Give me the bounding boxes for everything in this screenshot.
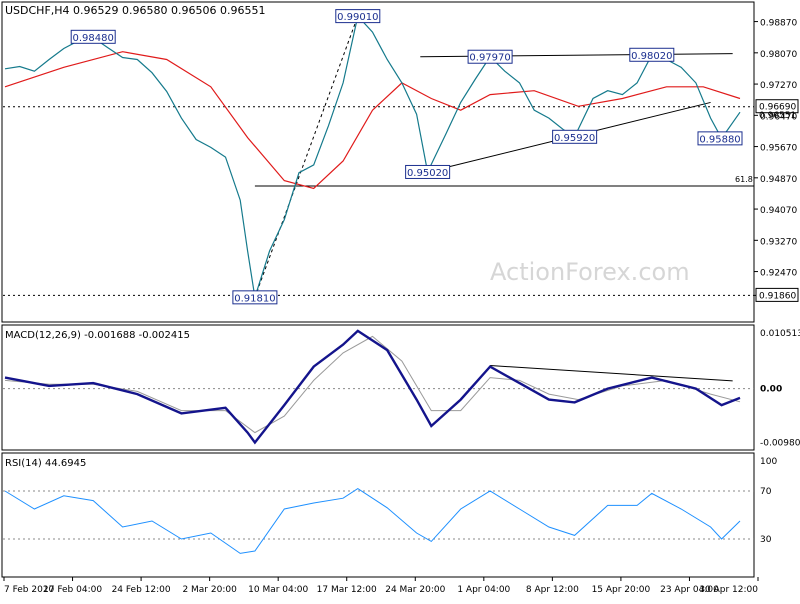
- macd-label: MACD(12,26,9) -0.001688 -0.002415: [5, 330, 190, 341]
- x-tick-label-2: 24 Feb 12:00: [112, 585, 171, 595]
- chart-title: USDCHF,H4 0.96529 0.96580 0.96506 0.9655…: [5, 4, 266, 17]
- chart-stage: ActionForex.com 61.8 0.98480 0.99010 0.979…: [0, 0, 800, 600]
- price-label-0: 0.98480: [73, 33, 114, 44]
- rsi-label: RSI(14) 44.6945: [5, 458, 86, 469]
- price-tick-label-7: 0.93270: [760, 237, 797, 247]
- rsi-tick-label-2: 30: [760, 535, 772, 545]
- macd-tick-label-1: 0.00: [760, 385, 782, 395]
- price-tick-label-8: 0.92470: [760, 269, 797, 279]
- x-tick-label-3: 2 Mar 20:00: [182, 585, 237, 595]
- x-tick-label-8: 8 Apr 12:00: [526, 585, 579, 595]
- price-label-1: 0.99010: [337, 12, 378, 23]
- x-tick-label-4: 10 Mar 04:00: [248, 585, 308, 595]
- macd-tick-label-0: 0.010513: [760, 329, 800, 339]
- x-tick-label-6: 24 Mar 20:00: [385, 585, 445, 595]
- price-label-4: 0.95920: [554, 133, 595, 144]
- x-tick-label-1: 17 Feb 04:00: [43, 585, 102, 595]
- current-price-label: 0.96551: [759, 111, 796, 121]
- price-tick-label-4: 0.95670: [760, 144, 797, 154]
- price-tick-label-6: 0.94070: [760, 206, 797, 216]
- price-tick-label-5: 0.94870: [760, 175, 797, 185]
- rsi-tick-label-0: 100: [760, 457, 777, 467]
- x-tick-label-5: 17 Mar 12:00: [317, 585, 377, 595]
- price-label-5: 0.95020: [407, 168, 448, 179]
- price-label-6: 0.95880: [699, 134, 740, 145]
- price-tick-label-0: 0.98870: [760, 19, 797, 29]
- bottom-level-tag-label: 0.91860: [759, 291, 796, 301]
- rsi-panel-frame: [1, 452, 755, 578]
- price-tick-label-1: 0.98070: [760, 50, 797, 60]
- x-tick-label-7: 1 Apr 04:00: [457, 585, 510, 595]
- x-tick-label-9: 15 Apr 20:00: [592, 585, 651, 595]
- price-label-3: 0.98020: [631, 51, 672, 62]
- macd-tick-label-2: -0.009804: [760, 439, 800, 449]
- rsi-tick-label-1: 70: [760, 487, 772, 497]
- price-tick-label-2: 0.97270: [760, 81, 797, 91]
- price-label-7: 0.91810: [234, 293, 275, 304]
- price-label-2: 0.97970: [469, 53, 510, 64]
- x-tick-label-11: 30 Apr 12:00: [699, 585, 758, 595]
- watermark: ActionForex.com: [490, 258, 690, 286]
- chart-svg: ActionForex.com 61.8 0.98480 0.99010 0.979…: [0, 0, 800, 600]
- level-label-2: 61.8: [735, 175, 753, 184]
